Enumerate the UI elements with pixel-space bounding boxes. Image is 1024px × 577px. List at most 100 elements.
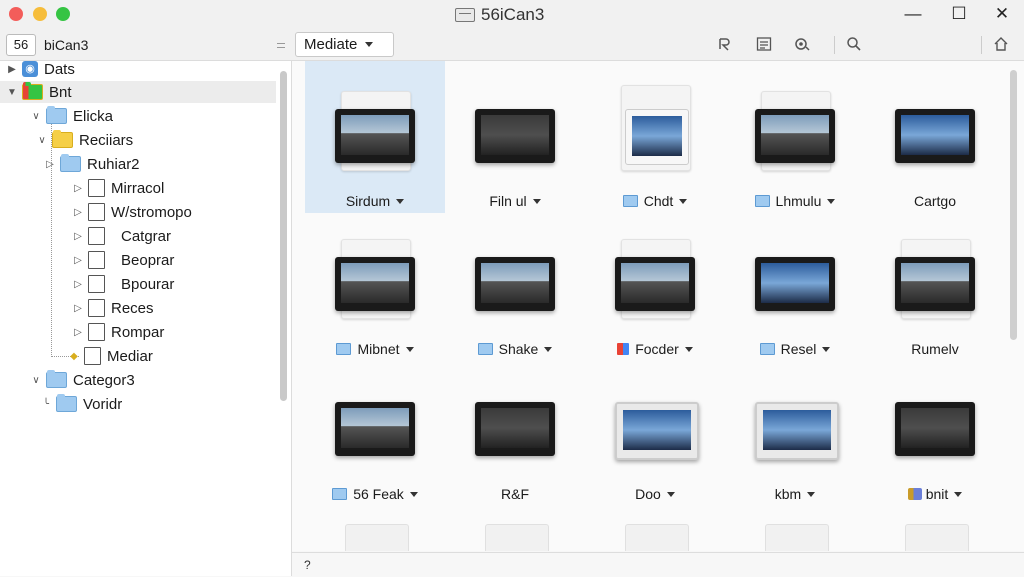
sidebar-item-dats[interactable]: ▶ ◉ Dats [6,58,75,80]
chevron-down-icon[interactable]: ∨ [30,111,42,122]
sidebar-item-reciiars[interactable]: ∨ Reciiars [36,129,133,151]
grid-item[interactable]: Resel [725,209,865,361]
grid-item-text: Filn ul [489,193,527,209]
chevron-down-icon[interactable]: ▼ [6,87,18,98]
grid-item[interactable]: kbm [725,354,865,506]
grid-item-text: R&F [501,486,529,502]
file-thumbnail [335,91,417,171]
page-icon [88,227,105,245]
grid-item-label: Cartgo [865,193,1005,209]
file-thumbnail [755,239,837,317]
chevron-right-icon[interactable]: ▷ [44,159,56,170]
sidebar-item-bnt[interactable]: ▼ Bnt [0,81,276,103]
grid-item-text: Chdt [643,193,674,209]
sidebar-item-mirracol[interactable]: ▷ Mirracol [72,177,164,199]
grid-item-label: Filn ul [445,193,585,209]
chevron-down-icon[interactable]: ∨ [30,375,42,386]
sidebar-item-catgrar[interactable]: ▷ Catgrar [72,225,171,247]
sidebar-item-label: Dats [44,60,75,78]
grid-item[interactable]: Sirdum [305,61,445,213]
splitter-handle-icon[interactable] [277,40,285,52]
grid-item-text: Doo [635,486,661,502]
chevron-down-icon[interactable] [822,346,831,352]
chevron-down-icon[interactable]: ∨ [36,135,48,146]
sidebar-scrollbar[interactable] [280,71,287,401]
chevron-down-icon[interactable] [405,346,414,352]
sidebar-item-rompar[interactable]: ▷ Rompar [72,321,164,343]
chevron-right-icon[interactable]: ▷ [72,231,84,242]
page-icon [88,275,105,293]
sidebar-tree: ▶ ◉ Dats ▼ Bnt ∨ Elicka ∨ Reciiars ▷ Ruh… [0,61,292,576]
chevron-right-icon[interactable]: ▷ [72,255,84,266]
chevron-down-icon[interactable] [954,491,963,497]
chevron-down-icon[interactable] [544,346,553,352]
grid-item[interactable]: Shake [445,209,585,361]
sidebar-item-beoprar[interactable]: ▷ Beoprar [72,249,174,271]
grid-item[interactable]: Cartgo [865,61,1005,213]
maximize-button[interactable]: ☐ [947,3,971,25]
title-bar: 56iCan3 — ☐ ✕ [0,0,1024,30]
grid-item-text: bnit [925,486,949,502]
grid-item[interactable]: Rumelv [865,209,1005,361]
minimize-button[interactable]: — [901,3,925,25]
zoom-traffic-light[interactable] [56,7,70,21]
database-icon: ◉ [22,61,38,77]
chevron-down-icon[interactable] [396,198,405,204]
grid-item[interactable]: Filn ul [445,61,585,213]
folder-icon [622,195,638,207]
grid-item-text: Sirdum [345,193,391,209]
partial-thumbnail[interactable] [345,524,409,551]
sidebar-item-categor3[interactable]: ∨ Categor3 [30,369,135,391]
main-scrollbar[interactable] [1010,70,1017,340]
file-grid: Sirdum Filn ul Chdt Lhmulu Cartgo Mibnet… [292,61,1024,551]
chevron-down-icon[interactable] [679,198,688,204]
sidebar-item-reces[interactable]: ▷ Reces [72,297,154,319]
chevron-down-icon[interactable] [666,491,675,497]
sidebar-item-voridr[interactable]: ╰ Voridr [40,393,122,415]
chevron-right-icon[interactable]: ▶ [6,64,18,75]
grid-item[interactable]: bnit [865,354,1005,506]
sidebar-item-bpourar[interactable]: ▷ Bpourar [72,273,174,295]
minimize-traffic-light[interactable] [33,7,47,21]
search-icon[interactable] [845,36,863,54]
chevron-right-icon[interactable]: ▷ [72,183,84,194]
partial-thumbnail[interactable] [905,524,969,551]
chevron-down-icon[interactable] [532,198,541,204]
chevron-down-icon[interactable] [409,491,418,497]
chevron-right-icon[interactable]: ▷ [72,303,84,314]
pencil-icon [907,488,922,500]
grid-item[interactable]: Lhmulu [725,61,865,213]
chevron-down-icon[interactable] [807,491,816,497]
refresh-icon[interactable] [716,36,734,54]
settings-icon[interactable] [793,36,811,54]
status-bar: ? [292,552,1024,577]
chevron-right-icon[interactable]: ▷ [72,279,84,290]
partial-thumbnail[interactable] [765,524,829,551]
window-title: 56iCan3 [481,5,545,24]
partial-thumbnail[interactable] [625,524,689,551]
sidebar-item-wstromopo[interactable]: ▷ W/stromopo [72,201,192,223]
chevron-down-icon[interactable] [827,198,836,204]
sidebar-item-elicka[interactable]: ∨ Elicka [30,105,113,127]
grid-item[interactable]: Mibnet [305,209,445,361]
grid-item[interactable]: R&F [445,354,585,506]
file-thumbnail [895,91,977,169]
file-thumbnail [895,384,977,462]
grid-item[interactable]: Doo [585,354,725,506]
grid-item[interactable]: 56 Feak [305,354,445,506]
grid-item[interactable]: Chdt [585,61,725,213]
sidebar-item-label: Rompar [111,323,165,341]
chevron-right-icon[interactable]: ▷ [72,207,84,218]
home-icon[interactable] [992,36,1010,54]
list-icon[interactable] [755,36,773,54]
app-badge[interactable]: 56 [6,34,36,56]
close-button[interactable]: ✕ [990,3,1014,25]
grid-item[interactable]: Focder [585,209,725,361]
path-dropdown[interactable]: Mediate [295,32,394,57]
chevron-right-icon[interactable]: ▷ [72,327,84,338]
chevron-down-icon[interactable] [684,346,693,352]
close-traffic-light[interactable] [9,7,23,21]
partial-thumbnail[interactable] [485,524,549,551]
sidebar-item-ruhiar2[interactable]: ▷ Ruhiar2 [44,153,140,175]
sidebar-item-mediar[interactable]: ◆ Mediar [68,345,153,367]
